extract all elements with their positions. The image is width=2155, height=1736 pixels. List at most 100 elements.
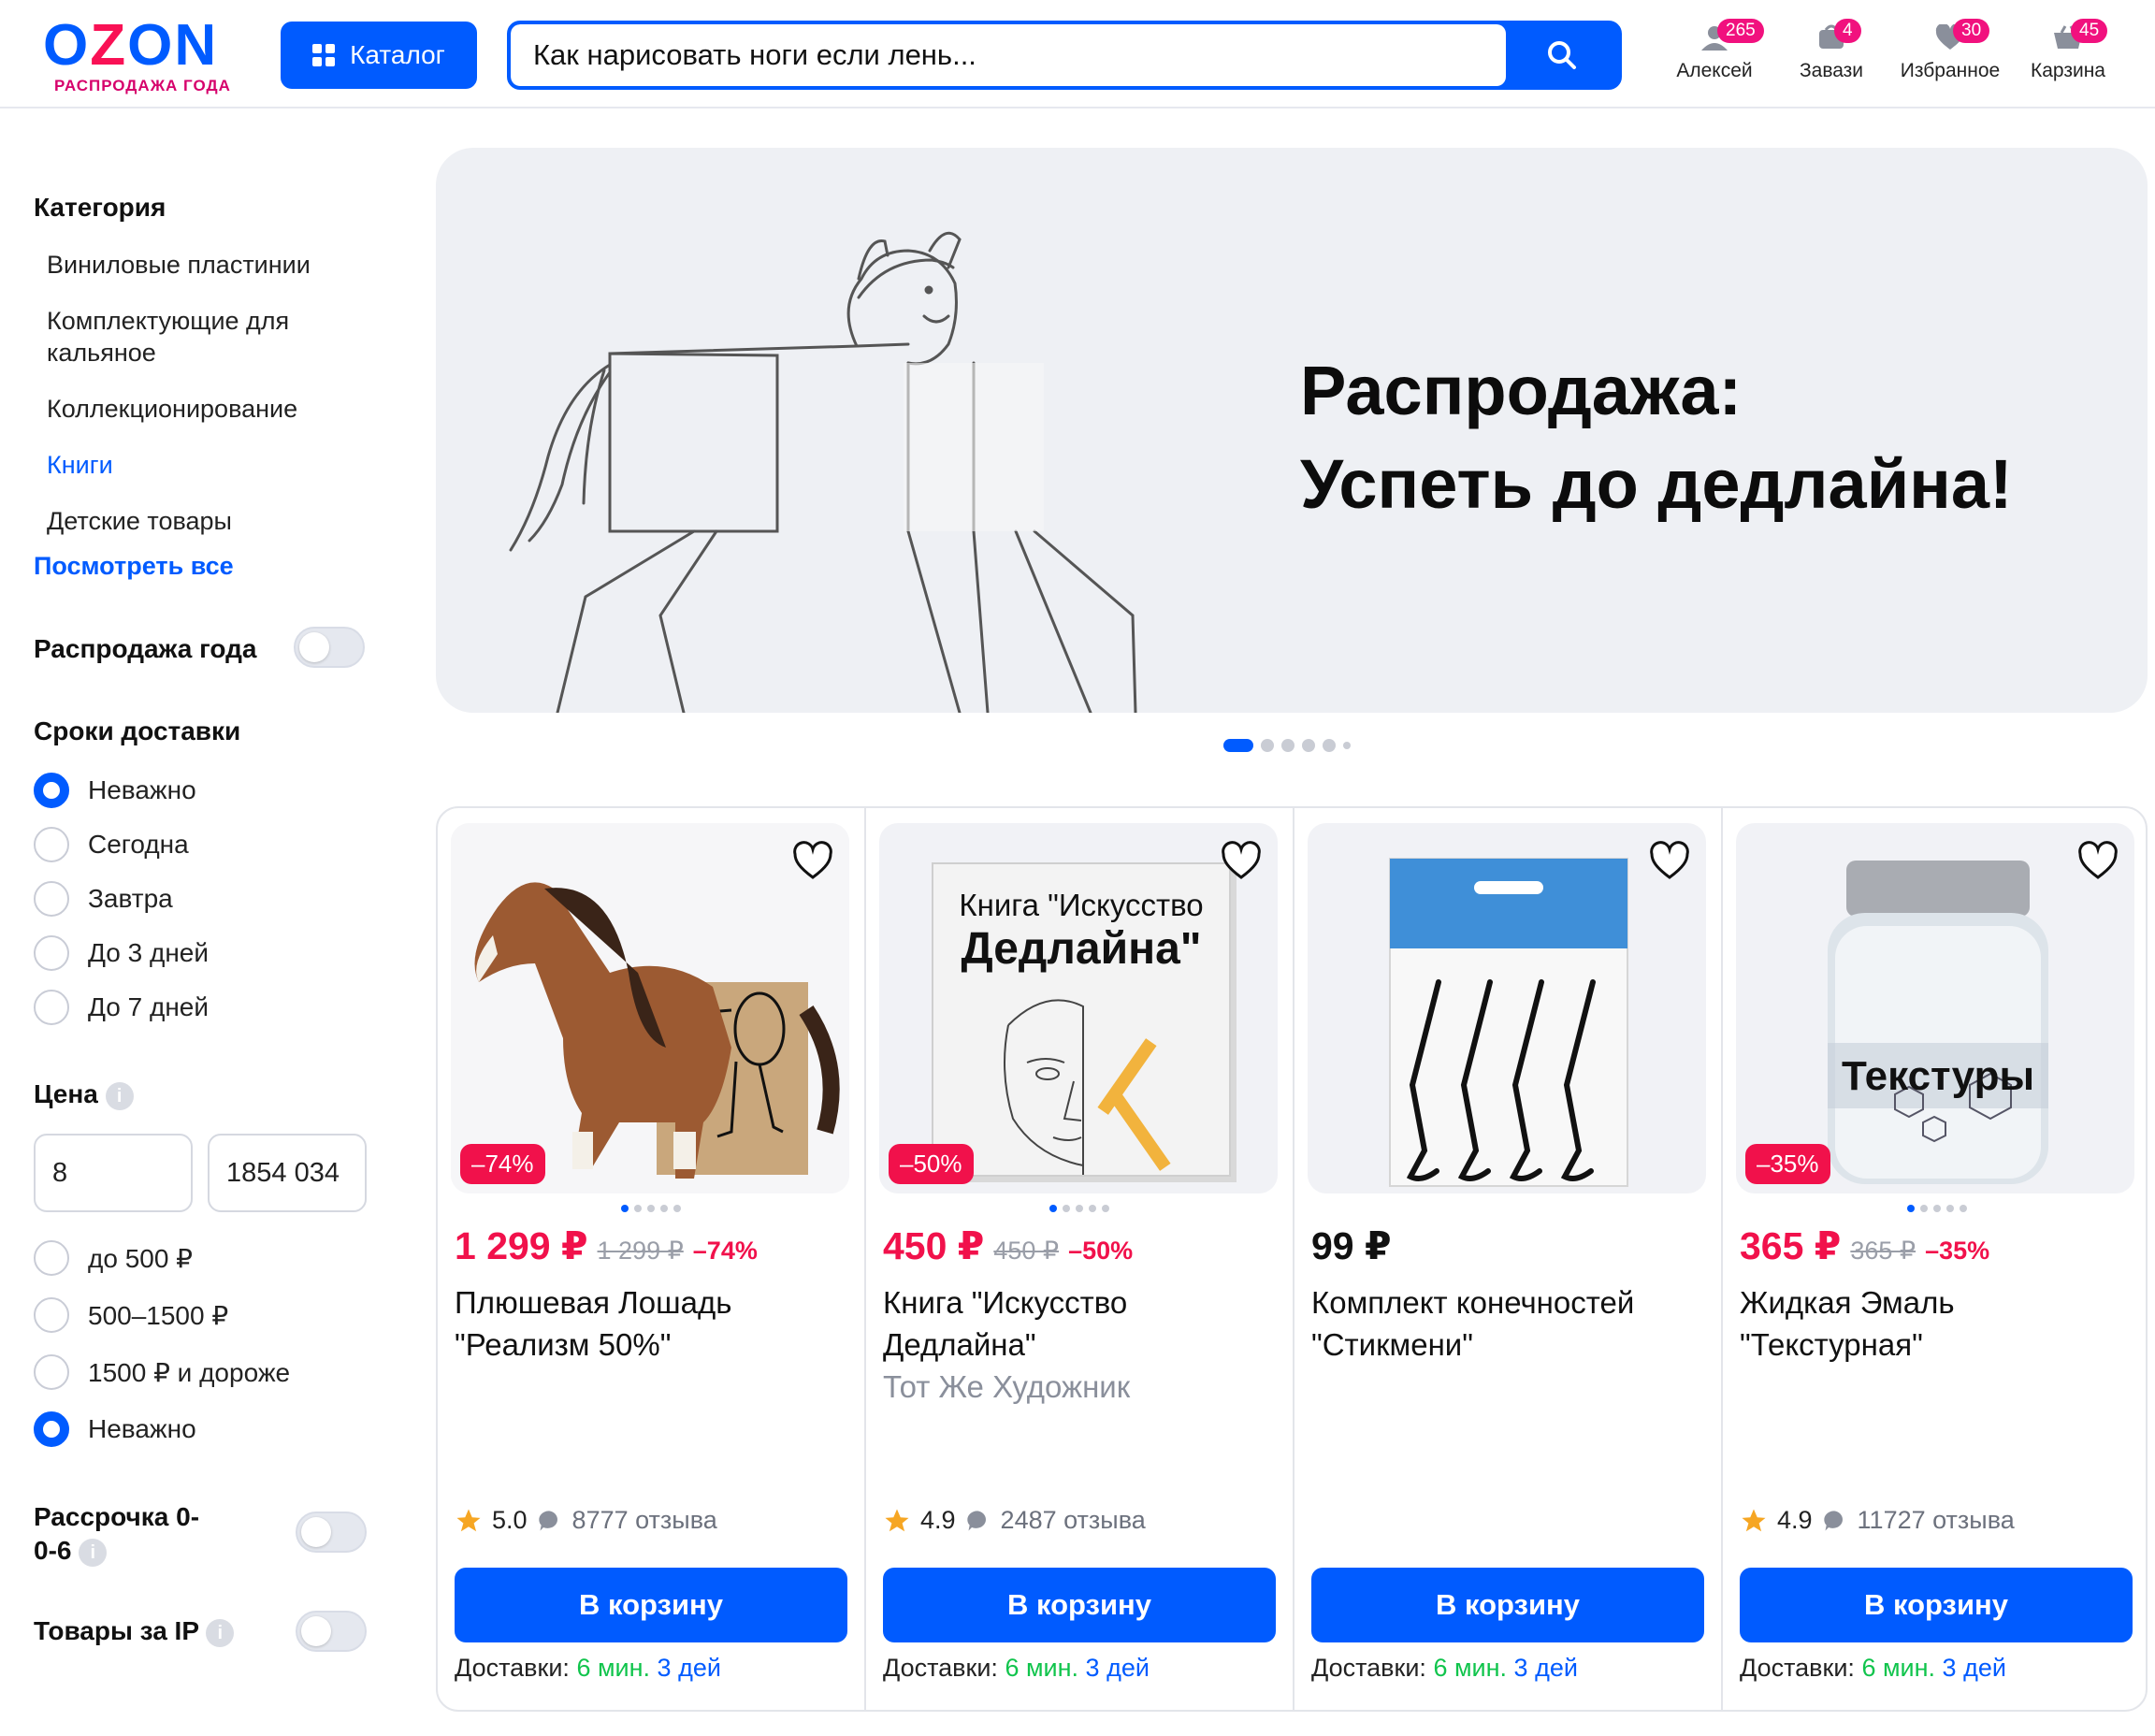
heart-icon[interactable] (1648, 840, 1691, 883)
product-card[interactable]: Книга "Искусство Дедлайна" –50% 450 ₽ 45… (866, 808, 1294, 1710)
installment-toggle[interactable] (296, 1512, 367, 1553)
delivery-option-label: Неважно (88, 775, 196, 804)
banner-dot[interactable] (1323, 739, 1336, 752)
product-image[interactable] (1308, 823, 1706, 1194)
header: OZON РАСПРОДАЖА ГОДА Каталог 265 Алексей… (0, 0, 2155, 108)
radio-selected[interactable] (34, 773, 69, 808)
search-bar (507, 21, 1622, 90)
product-title[interactable]: Жидкая Эмаль "Текстурная" (1740, 1281, 2142, 1366)
radio[interactable] (34, 827, 69, 862)
price: 365 ₽ (1740, 1224, 1842, 1267)
banner-dot[interactable] (1261, 739, 1274, 752)
sale-toggle[interactable] (294, 627, 365, 668)
see-all-link[interactable]: Посмотреть все (34, 552, 234, 581)
info-icon[interactable]: i (206, 1618, 235, 1647)
price-row: 1 299 ₽ 1 299 ₽ –74% (455, 1223, 758, 1268)
product-card[interactable]: 99 ₽ Комплект конечностей "Стикмени" В к… (1294, 808, 1723, 1710)
product-card[interactable]: Текстуры –35% 365 ₽ 365 ₽ –35% Жидкая Эм… (1723, 808, 2151, 1710)
reviews-count[interactable]: 2487 отзыва (1001, 1506, 1146, 1535)
info-icon[interactable]: i (105, 1081, 134, 1110)
product-image[interactable]: Текстуры –35% (1736, 823, 2134, 1194)
radio[interactable] (34, 990, 69, 1025)
product-image[interactable]: Книга "Искусство Дедлайна" –50% (879, 823, 1278, 1194)
price-option[interactable]: 500–1500 ₽ (34, 1297, 228, 1333)
price-option[interactable]: 1500 ₽ и дороже (34, 1354, 290, 1390)
search-button[interactable] (1506, 24, 1618, 86)
header-user[interactable]: 265 Алексей (1663, 19, 1766, 82)
cart-label: Карзина (2031, 60, 2105, 81)
product-title[interactable]: Комплект конечностей "Стикмени" (1311, 1281, 1714, 1366)
delivery-prefix: Доставки: (1740, 1654, 1855, 1682)
header-favorites[interactable]: 30 Избранное (1899, 19, 2002, 82)
header-cart[interactable]: 45 Карзина (2017, 19, 2119, 82)
delivery-option[interactable]: До 7 дней (34, 990, 209, 1025)
delivery-info: Доставки: 6 мин. 3 дей (883, 1654, 1150, 1683)
price-to-field[interactable]: 1854 034 (208, 1134, 367, 1212)
orders-badge: 4 (1834, 19, 1861, 43)
radio[interactable] (34, 1354, 69, 1390)
reviews-count[interactable]: 11727 отзыва (1858, 1506, 2015, 1535)
add-to-cart-button[interactable]: В корзину (883, 1568, 1276, 1642)
add-to-cart-button[interactable]: В корзину (1740, 1568, 2133, 1642)
product-title[interactable]: Книга "Искусство Дедлайна" Тот Же Художни… (883, 1281, 1285, 1408)
price-title-text: Цена (34, 1079, 98, 1108)
price-option[interactable]: до 500 ₽ (34, 1240, 193, 1276)
product-author[interactable]: Тот Же Художник (883, 1366, 1285, 1408)
header-orders[interactable]: 4 Завази (1780, 19, 1883, 82)
discount-badge: –74% (460, 1144, 545, 1184)
radio[interactable] (34, 881, 69, 917)
category-item[interactable]: Детские товары (34, 505, 352, 537)
banner-dot[interactable] (1343, 742, 1351, 749)
horse-drawing-image (509, 231, 1137, 713)
delivery-title: Сроки доставки (34, 716, 241, 745)
category-item[interactable]: Виниловые пластинии (34, 249, 352, 281)
promo-banner[interactable]: Распродажа: Успеть до дедлайна! (436, 148, 2148, 713)
heart-icon[interactable] (791, 840, 834, 883)
search-input[interactable] (511, 24, 1506, 86)
category-item[interactable]: Комплектующие для кальяное (34, 305, 352, 369)
rating: 5.0 8777 отзыва (455, 1506, 717, 1535)
catalog-button[interactable]: Каталог (281, 22, 477, 89)
reviews-count[interactable]: 8777 отзыва (572, 1506, 717, 1535)
delivery-info: Доставки: 6 мин. 3 дей (1740, 1654, 2006, 1683)
ip-goods-toggle[interactable] (296, 1611, 367, 1652)
product-image[interactable]: –74% (451, 823, 849, 1194)
product-title[interactable]: Плюшевая Лошадь "Реализм 50%" (455, 1281, 857, 1366)
banner-dot[interactable] (1302, 739, 1315, 752)
heart-icon[interactable] (2076, 840, 2119, 883)
banner-dot-active[interactable] (1223, 739, 1253, 752)
add-to-cart-button[interactable]: В корзину (455, 1568, 847, 1642)
category-item[interactable]: Коллекционирование (34, 393, 352, 425)
logo-subtitle: РАСПРОДАЖА ГОДА (54, 77, 231, 94)
add-to-cart-button[interactable]: В корзину (1311, 1568, 1704, 1642)
delivery-days: 3 дей (1942, 1654, 2006, 1682)
price-from-field[interactable]: 8 (34, 1134, 193, 1212)
price-option[interactable]: Неважно (34, 1411, 196, 1447)
delivery-option[interactable]: Завтра (34, 881, 173, 917)
product-card[interactable]: –74% 1 299 ₽ 1 299 ₽ –74% Плюшевая Лошад… (438, 808, 866, 1710)
heart-icon[interactable] (1220, 840, 1263, 883)
ozon-logo[interactable]: OZON РАСПРОДАЖА ГОДА (43, 17, 249, 95)
info-icon[interactable]: i (79, 1538, 108, 1567)
delivery-fast: 6 мин. (576, 1654, 651, 1682)
installment-text: Рассрочка 0-0-6 (34, 1502, 200, 1565)
catalog-label: Каталог (350, 40, 445, 69)
radio[interactable] (34, 1297, 69, 1333)
delivery-days: 3 дей (657, 1654, 721, 1682)
radio[interactable] (34, 935, 69, 971)
price-option-label: Неважно (88, 1414, 196, 1443)
price-row: 365 ₽ 365 ₽ –35% (1740, 1223, 1989, 1268)
radio-selected[interactable] (34, 1411, 69, 1447)
banner-dot[interactable] (1281, 739, 1294, 752)
category-item-active[interactable]: Книги (34, 449, 352, 481)
delivery-days: 3 дей (1085, 1654, 1150, 1682)
star-icon (885, 1509, 909, 1531)
delivery-option[interactable]: До 3 дней (34, 935, 209, 971)
ip-goods-text: Товары за IP (34, 1616, 199, 1645)
delivery-fast: 6 мин. (1005, 1654, 1079, 1682)
rating: 4.9 11727 отзыва (1740, 1506, 2015, 1535)
delivery-option[interactable]: Сегодна (34, 827, 189, 862)
radio[interactable] (34, 1240, 69, 1276)
old-price: 1 299 ₽ (597, 1237, 684, 1265)
delivery-option[interactable]: Неважно (34, 773, 196, 808)
